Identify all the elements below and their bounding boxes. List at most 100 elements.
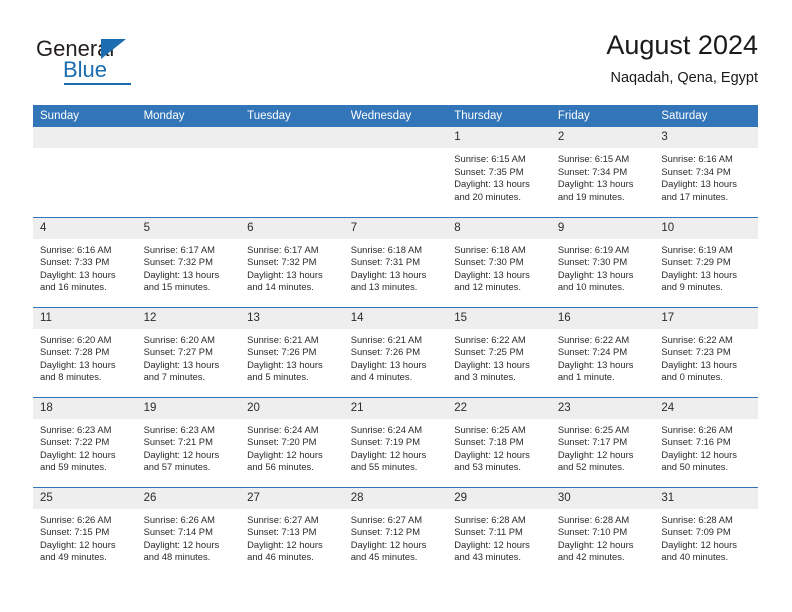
day-details: Sunrise: 6:19 AM Sunset: 7:29 PM Daylight:… — [654, 239, 758, 294]
calendar-day-cell[interactable]: 8 Sunrise: 6:18 AM Sunset: 7:30 PM Daylight… — [447, 216, 551, 307]
daylight-text: Daylight: 13 hours and 3 minutes. — [454, 358, 530, 383]
calendar-day-cell[interactable]: 7 Sunrise: 6:18 AM Sunset: 7:31 PM Daylight… — [343, 216, 448, 307]
sunset-text: Sunset: 7:18 PM — [454, 436, 524, 448]
page-header: General Blue August 2024 Naqadah, Qena, … — [33, 28, 758, 96]
sunset-text: Sunset: 7:32 PM — [143, 256, 213, 268]
calendar-day-cell[interactable]: 21 Sunrise: 6:24 AM Sunset: 7:19 PM Dayligh… — [343, 396, 448, 487]
day-details: Sunrise: 6:24 AM Sunset: 7:19 PM Daylight:… — [344, 419, 448, 474]
calendar-day-cell[interactable]: 27 Sunrise: 6:27 AM Sunset: 7:13 PM Dayligh… — [240, 486, 344, 577]
sunrise-text: Sunrise: 6:15 AM — [454, 153, 526, 164]
day-details: Sunrise: 6:18 AM Sunset: 7:30 PM Daylight:… — [447, 239, 551, 294]
calendar-day-cell[interactable]: 2 Sunrise: 6:15 AM Sunset: 7:34 PM Daylight… — [550, 127, 655, 217]
day-cell-inner: 19 Sunrise: 6:23 AM Sunset: 7:21 PM Dayligh… — [136, 397, 241, 487]
sunset-text: Sunset: 7:22 PM — [40, 436, 110, 448]
day-details: Sunrise: 6:21 AM Sunset: 7:26 PM Daylight:… — [344, 329, 448, 384]
sunrise-text: Sunrise: 6:26 AM — [143, 513, 215, 525]
day-cell-inner: 24 Sunrise: 6:26 AM Sunset: 7:16 PM Dayligh… — [654, 397, 758, 487]
brand-logo[interactable]: General Blue — [33, 36, 213, 90]
day-cell-inner: 11 Sunrise: 6:20 AM Sunset: 7:28 PM Dayligh… — [33, 307, 137, 397]
triangle-icon — [101, 39, 126, 59]
sunset-text: Sunset: 7:27 PM — [143, 346, 213, 358]
day-cell-inner: 4 Sunrise: 6:16 AM Sunset: 7:33 PM Daylight… — [33, 217, 137, 307]
calendar-day-cell[interactable]: 17 Sunrise: 6:22 AM Sunset: 7:23 PM Dayligh… — [654, 306, 758, 397]
day-number: 2 — [550, 127, 655, 148]
calendar-day-cell[interactable]: 11 Sunrise: 6:20 AM Sunset: 7:28 PM Dayligh… — [33, 306, 137, 397]
day-details: Sunrise: 6:25 AM Sunset: 7:18 PM Daylight:… — [447, 419, 551, 474]
daylight-text: Daylight: 12 hours and 56 minutes. — [247, 448, 323, 473]
daylight-text: Daylight: 12 hours and 42 minutes. — [557, 538, 634, 563]
daylight-text: Daylight: 12 hours and 40 minutes. — [661, 538, 737, 563]
day-number: 1 — [447, 127, 551, 148]
day-cell-inner: 29 Sunrise: 6:28 AM Sunset: 7:11 PM Dayligh… — [447, 487, 551, 577]
day-cell-inner: 25 Sunrise: 6:26 AM Sunset: 7:15 PM Dayligh… — [33, 487, 137, 577]
calendar-day-cell[interactable]: 14 Sunrise: 6:21 AM Sunset: 7:26 PM Dayligh… — [343, 306, 448, 397]
day-cell-inner: 9 Sunrise: 6:19 AM Sunset: 7:30 PM Daylight… — [550, 217, 655, 307]
day-details: Sunrise: 6:15 AM Sunset: 7:34 PM Daylight:… — [551, 148, 655, 203]
sunset-text: Sunset: 7:23 PM — [661, 346, 731, 358]
sunset-text: Sunset: 7:12 PM — [350, 526, 420, 538]
calendar-day-cell[interactable]: 16 Sunrise: 6:22 AM Sunset: 7:24 PM Dayligh… — [550, 306, 655, 397]
calendar-day-cell[interactable]: 18 Sunrise: 6:23 AM Sunset: 7:22 PM Dayligh… — [33, 396, 137, 487]
day-cell-inner: 30 Sunrise: 6:28 AM Sunset: 7:10 PM Dayligh… — [550, 487, 655, 577]
day-cell-inner: 18 Sunrise: 6:23 AM Sunset: 7:22 PM Dayligh… — [33, 397, 137, 487]
calendar-day-cell[interactable]: 23 Sunrise: 6:25 AM Sunset: 7:17 PM Dayligh… — [550, 396, 655, 487]
calendar-day-cell[interactable]: 30 Sunrise: 6:28 AM Sunset: 7:10 PM Dayligh… — [550, 486, 655, 577]
calendar-day-cell[interactable]: 24 Sunrise: 6:26 AM Sunset: 7:16 PM Dayligh… — [654, 396, 758, 487]
calendar-day-cell[interactable]: 9 Sunrise: 6:19 AM Sunset: 7:30 PM Daylight… — [550, 216, 655, 307]
day-cell-inner: 28 Sunrise: 6:27 AM Sunset: 7:12 PM Dayligh… — [343, 487, 448, 577]
day-cell-inner: 7 Sunrise: 6:18 AM Sunset: 7:31 PM Daylight… — [343, 217, 448, 307]
calendar-day-cell[interactable]: 6 Sunrise: 6:17 AM Sunset: 7:32 PM Daylight… — [240, 216, 344, 307]
sunset-text: Sunset: 7:13 PM — [247, 526, 317, 538]
calendar-day-cell[interactable]: 31 Sunrise: 6:28 AM Sunset: 7:09 PM Dayligh… — [654, 486, 758, 577]
calendar-day-cell[interactable]: 13 Sunrise: 6:21 AM Sunset: 7:26 PM Dayligh… — [240, 306, 344, 397]
calendar-day-cell[interactable]: 10 Sunrise: 6:19 AM Sunset: 7:29 PM Dayligh… — [654, 216, 758, 307]
day-cell-inner — [33, 127, 137, 217]
calendar-day-cell[interactable]: 28 Sunrise: 6:27 AM Sunset: 7:12 PM Dayligh… — [343, 486, 448, 577]
calendar-day-cell[interactable]: 22 Sunrise: 6:25 AM Sunset: 7:18 PM Dayligh… — [447, 396, 551, 487]
day-number: 15 — [447, 307, 551, 329]
day-number: 7 — [343, 217, 448, 239]
day-details: Sunrise: 6:20 AM Sunset: 7:28 PM Daylight:… — [33, 329, 137, 384]
day-details: Sunrise: 6:23 AM Sunset: 7:21 PM Daylight:… — [137, 419, 241, 474]
calendar-day-cell[interactable]: 1 Sunrise: 6:15 AM Sunset: 7:35 PM Daylight… — [447, 127, 551, 217]
sunset-text: Sunset: 7:26 PM — [350, 346, 420, 358]
daylight-text: Daylight: 13 hours and 19 minutes. — [557, 178, 634, 202]
calendar-day-cell[interactable]: 26 Sunrise: 6:26 AM Sunset: 7:14 PM Dayligh… — [136, 486, 241, 577]
day-number: 21 — [343, 397, 448, 419]
calendar-day-cell[interactable]: 15 Sunrise: 6:22 AM Sunset: 7:25 PM Dayligh… — [447, 306, 551, 397]
sunset-text: Sunset: 7:29 PM — [661, 256, 731, 268]
sunset-text: Sunset: 7:21 PM — [143, 436, 213, 448]
day-cell-inner: 15 Sunrise: 6:22 AM Sunset: 7:25 PM Dayligh… — [447, 307, 551, 397]
sunrise-text: Sunrise: 6:24 AM — [247, 423, 319, 435]
day-number: 12 — [136, 307, 241, 329]
day-details: Sunrise: 6:28 AM Sunset: 7:10 PM Daylight:… — [551, 509, 655, 564]
sunset-text: Sunset: 7:32 PM — [247, 256, 317, 268]
daylight-text: Daylight: 13 hours and 5 minutes. — [247, 358, 323, 383]
sunrise-text: Sunrise: 6:19 AM — [661, 243, 733, 255]
sunset-text: Sunset: 7:20 PM — [247, 436, 317, 448]
day-details: Sunrise: 6:20 AM Sunset: 7:27 PM Daylight:… — [137, 329, 241, 384]
calendar-day-cell[interactable]: 3 Sunrise: 6:16 AM Sunset: 7:34 PM Daylight… — [654, 127, 758, 217]
calendar-day-cell[interactable]: 20 Sunrise: 6:24 AM Sunset: 7:20 PM Dayligh… — [240, 396, 344, 487]
day-number: 17 — [654, 307, 758, 329]
day-number: 24 — [654, 397, 758, 419]
calendar-day-cell[interactable]: 29 Sunrise: 6:28 AM Sunset: 7:11 PM Dayligh… — [447, 486, 551, 577]
sunset-text: Sunset: 7:26 PM — [247, 346, 317, 358]
calendar-day-cell[interactable]: 12 Sunrise: 6:20 AM Sunset: 7:27 PM Dayligh… — [136, 306, 241, 397]
calendar-day-cell[interactable]: 4 Sunrise: 6:16 AM Sunset: 7:33 PM Daylight… — [33, 216, 137, 307]
day-details: Sunrise: 6:17 AM Sunset: 7:32 PM Daylight:… — [137, 239, 241, 294]
daylight-text: Daylight: 12 hours and 52 minutes. — [557, 448, 634, 473]
daylight-text: Daylight: 12 hours and 55 minutes. — [350, 448, 427, 473]
calendar-day-cell[interactable]: 19 Sunrise: 6:23 AM Sunset: 7:21 PM Dayligh… — [136, 396, 241, 487]
sunset-text: Sunset: 7:25 PM — [454, 346, 524, 358]
sunrise-text: Sunrise: 6:25 AM — [454, 423, 526, 435]
sunrise-text: Sunrise: 6:24 AM — [350, 423, 423, 435]
sunrise-text: Sunrise: 6:18 AM — [350, 243, 423, 255]
calendar-day-cell[interactable]: 25 Sunrise: 6:26 AM Sunset: 7:15 PM Dayligh… — [33, 486, 137, 577]
calendar-day-cell[interactable]: 5 Sunrise: 6:17 AM Sunset: 7:32 PM Daylight… — [136, 216, 241, 307]
sunrise-text: Sunrise: 6:28 AM — [557, 513, 630, 525]
daylight-text: Daylight: 13 hours and 13 minutes. — [350, 268, 427, 293]
sunrise-text: Sunrise: 6:25 AM — [557, 423, 630, 435]
weekday-header-monday: Monday — [136, 105, 241, 127]
daylight-text: Daylight: 12 hours and 48 minutes. — [143, 538, 220, 563]
